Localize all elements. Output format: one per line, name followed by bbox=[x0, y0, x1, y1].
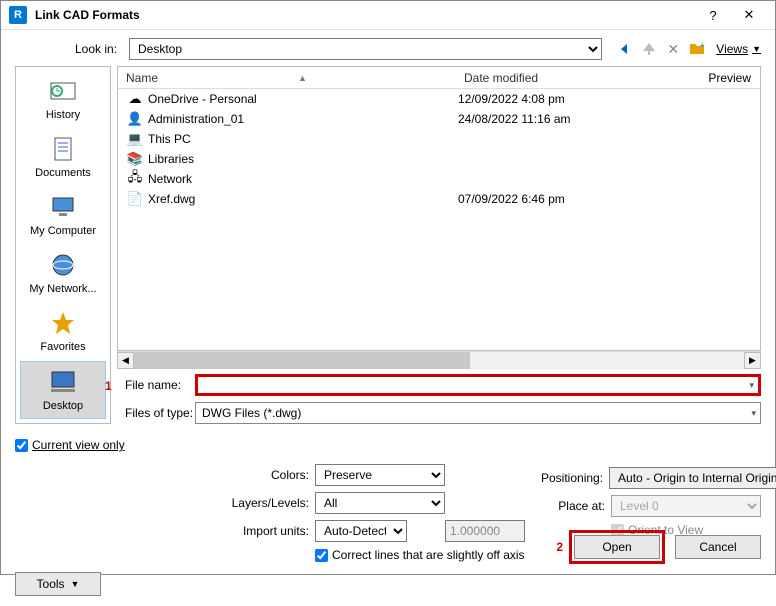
filename-label: File name: bbox=[117, 378, 195, 392]
layers-combo[interactable]: All bbox=[315, 492, 445, 514]
filename-input[interactable]: ▾ bbox=[195, 374, 761, 396]
place-network[interactable]: My Network... bbox=[20, 245, 106, 301]
titlebar: R Link CAD Formats ? ✕ bbox=[1, 1, 775, 30]
places-bar: History Documents My Computer My Network… bbox=[15, 66, 111, 424]
filetype-combo[interactable]: DWG Files (*.dwg) ▾ bbox=[195, 402, 761, 424]
place-mycomputer[interactable]: My Computer bbox=[20, 187, 106, 243]
app-icon: R bbox=[9, 6, 27, 24]
list-item[interactable]: 💻This PC bbox=[118, 129, 760, 149]
h-scrollbar[interactable]: ◀ ▶ bbox=[117, 351, 761, 368]
place-history[interactable]: History bbox=[20, 71, 106, 127]
units-combo[interactable]: Auto-Detect bbox=[315, 520, 407, 542]
positioning-combo[interactable]: Auto - Origin to Internal Origin bbox=[609, 467, 776, 489]
back-icon[interactable] bbox=[616, 40, 634, 58]
delete-icon[interactable]: ✕ bbox=[664, 40, 682, 58]
preview-label: Preview bbox=[708, 71, 751, 85]
tools-button[interactable]: Tools▼ bbox=[15, 572, 101, 596]
pc-icon: 💻 bbox=[126, 131, 144, 147]
scroll-right-icon[interactable]: ▶ bbox=[744, 352, 761, 369]
list-item[interactable]: 🖧Network bbox=[118, 169, 760, 189]
col-name[interactable]: Name▲ bbox=[118, 71, 458, 85]
network-small-icon: 🖧 bbox=[126, 168, 144, 190]
lookin-label: Look in: bbox=[15, 42, 123, 56]
scroll-left-icon[interactable]: ◀ bbox=[117, 352, 134, 369]
annotation-1: 1 bbox=[105, 379, 112, 393]
place-documents[interactable]: Documents bbox=[20, 129, 106, 185]
filetype-label: Files of type: bbox=[117, 406, 195, 420]
units-value bbox=[445, 520, 525, 542]
place-desktop[interactable]: Desktop bbox=[20, 361, 106, 419]
window-title: Link CAD Formats bbox=[35, 8, 695, 22]
current-view-checkbox[interactable]: Current view only bbox=[15, 438, 761, 452]
new-folder-icon[interactable]: + bbox=[688, 40, 706, 58]
help-button[interactable]: ? bbox=[695, 1, 731, 29]
open-button[interactable]: Open bbox=[574, 535, 660, 559]
list-item[interactable]: 📚Libraries bbox=[118, 149, 760, 169]
place-favorites[interactable]: Favorites bbox=[20, 303, 106, 359]
network-icon bbox=[47, 249, 79, 281]
close-button[interactable]: ✕ bbox=[731, 1, 767, 29]
documents-icon bbox=[47, 133, 79, 165]
list-item[interactable]: 📄Xref.dwg07/09/2022 6:46 pm bbox=[118, 189, 760, 209]
list-item[interactable]: 👤Administration_0124/08/2022 11:16 am bbox=[118, 109, 760, 129]
annotation-2: 2 bbox=[556, 540, 563, 554]
library-icon: 📚 bbox=[126, 151, 144, 167]
placeat-combo[interactable]: Level 0 bbox=[611, 495, 761, 517]
history-icon bbox=[47, 75, 79, 107]
colors-combo[interactable]: Preserve bbox=[315, 464, 445, 486]
favorites-icon bbox=[47, 307, 79, 339]
up-icon[interactable] bbox=[640, 40, 658, 58]
list-item[interactable]: ☁OneDrive - Personal12/09/2022 4:08 pm bbox=[118, 89, 760, 109]
desktop-icon bbox=[47, 366, 79, 398]
sort-icon: ▲ bbox=[298, 73, 307, 83]
computer-icon bbox=[47, 191, 79, 223]
svg-text:+: + bbox=[700, 41, 705, 50]
views-dropdown[interactable]: Views▼ bbox=[716, 42, 761, 56]
dwg-icon: 📄 bbox=[126, 191, 144, 207]
cloud-icon: ☁ bbox=[126, 91, 144, 107]
user-icon: 👤 bbox=[126, 111, 144, 127]
file-list[interactable]: Name▲ Date modified ☁OneDrive - Personal… bbox=[117, 66, 761, 351]
lookin-combo[interactable]: Desktop bbox=[129, 38, 602, 60]
cancel-button[interactable]: Cancel bbox=[675, 535, 761, 559]
